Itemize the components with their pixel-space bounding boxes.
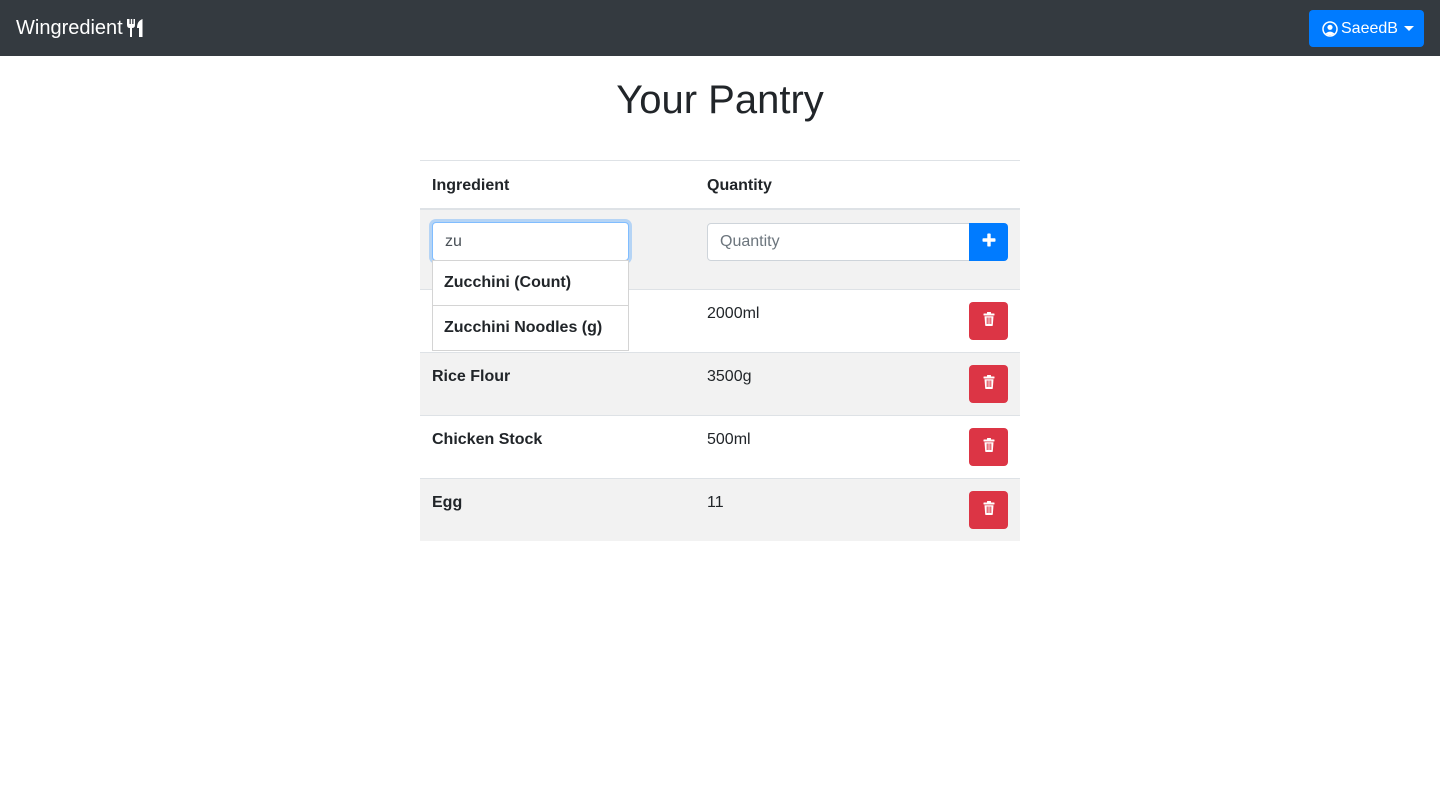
- brand-name: Wingredient: [16, 16, 123, 39]
- ingredient-quantity: 500ml: [707, 431, 751, 448]
- ingredient-name: Rice Flour: [432, 368, 511, 385]
- page-title: Your Pantry: [616, 78, 824, 122]
- table-row: Egg 11: [420, 479, 1020, 541]
- brand[interactable]: Wingredient: [16, 14, 144, 42]
- utensils-icon: [126, 18, 144, 38]
- ingredient-quantity: 2000ml: [707, 305, 760, 322]
- delete-button[interactable]: [969, 428, 1008, 466]
- ingredient-quantity: 3500g: [707, 368, 752, 385]
- quantity-input[interactable]: [707, 223, 970, 261]
- delete-button[interactable]: [969, 365, 1008, 403]
- trash-icon: [983, 437, 995, 457]
- table-row: Chicken Stock 500ml: [420, 416, 1020, 479]
- ingredient-column-header: Ingredient: [432, 177, 510, 194]
- ingredient-name: Egg: [432, 494, 463, 511]
- add-ingredient-button[interactable]: [969, 223, 1008, 261]
- autocomplete-option[interactable]: Zucchini Noodles (g): [433, 306, 628, 350]
- navbar: Wingredient SaeedB: [0, 0, 1440, 56]
- ingredient-quantity: 11: [707, 494, 724, 511]
- autocomplete-option[interactable]: Zucchini (Count): [433, 261, 628, 306]
- table-header: Ingredient Quantity: [420, 160, 1020, 210]
- user-menu-button[interactable]: SaeedB: [1309, 10, 1424, 47]
- user-name: SaeedB: [1341, 19, 1398, 37]
- trash-icon: [983, 374, 995, 394]
- ingredient-input[interactable]: [432, 222, 629, 261]
- trash-icon: [983, 500, 995, 520]
- quantity-column-header: Quantity: [707, 177, 772, 194]
- delete-button[interactable]: [969, 302, 1008, 340]
- table-row: Rice Flour 3500g: [420, 353, 1020, 416]
- ingredient-name: Chicken Stock: [432, 431, 543, 448]
- chevron-down-icon: [1403, 26, 1414, 31]
- delete-button[interactable]: [969, 491, 1008, 529]
- trash-icon: [983, 311, 995, 331]
- autocomplete-dropdown: Zucchini (Count) Zucchini Noodles (g): [432, 260, 629, 351]
- user-circle-icon: [1322, 20, 1338, 37]
- plus-icon: [982, 233, 996, 252]
